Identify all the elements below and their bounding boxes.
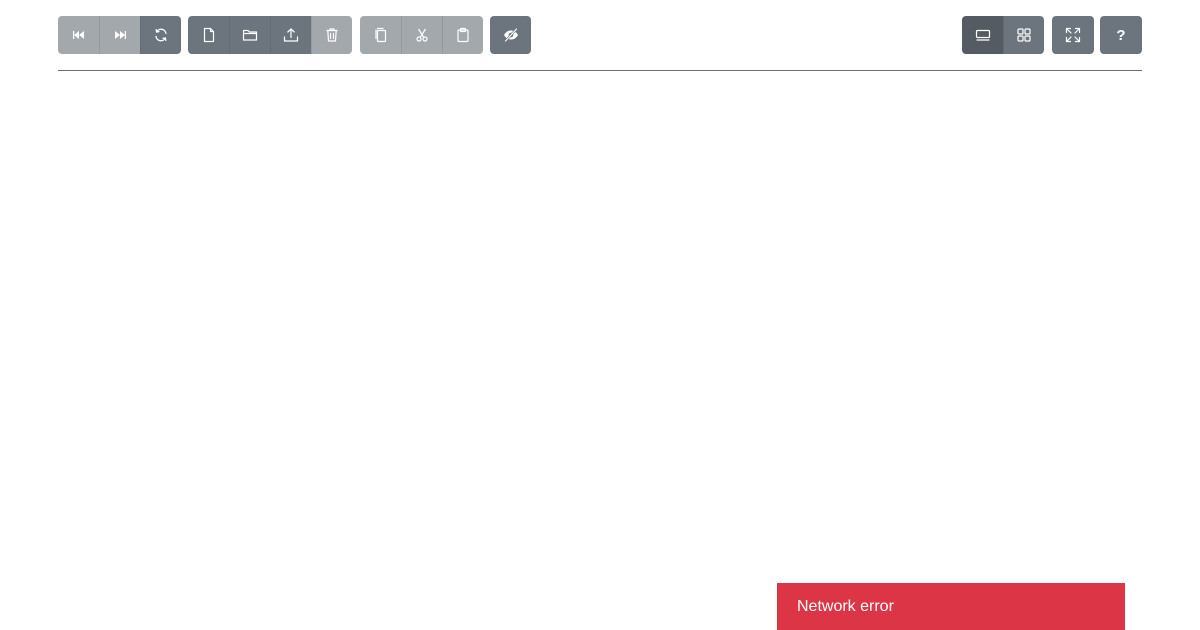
upload-icon [283,27,299,43]
delete-button[interactable] [311,16,352,54]
view-mode-group [962,16,1044,54]
help-group: ? [1100,16,1142,54]
fullscreen-icon [1065,27,1081,43]
visibility-group [490,16,531,54]
eye-off-icon [503,27,519,43]
list-view-button[interactable] [962,16,1003,54]
forward-button[interactable] [99,16,140,54]
help-icon: ? [1116,26,1126,44]
scissors-icon [414,27,430,43]
file-actions-group [188,16,352,54]
skip-forward-icon [112,27,128,43]
error-notification[interactable]: Network error [777,583,1125,630]
help-button[interactable]: ? [1100,16,1142,54]
copy-button[interactable] [360,16,401,54]
refresh-button[interactable] [140,16,181,54]
clipboard-group [360,16,483,54]
file-manager-toolbar: ? [58,16,1142,54]
toggle-hidden-files-button[interactable] [490,16,531,54]
folder-icon [242,27,258,43]
skip-back-icon [71,27,87,43]
fullscreen-button[interactable] [1052,16,1094,54]
grid-view-icon [1016,27,1032,43]
new-folder-button[interactable] [229,16,270,54]
grid-view-button[interactable] [1003,16,1044,54]
copy-icon [373,27,389,43]
new-file-button[interactable] [188,16,229,54]
navigation-group [58,16,181,54]
new-file-icon [201,27,217,43]
error-message: Network error [797,597,894,615]
toolbar-divider [58,70,1142,71]
list-view-icon [975,27,991,43]
fullscreen-group [1052,16,1094,54]
paste-button[interactable] [442,16,483,54]
paste-icon [455,27,471,43]
trash-icon [324,27,340,43]
back-button[interactable] [58,16,99,54]
refresh-icon [153,27,169,43]
upload-button[interactable] [270,16,311,54]
cut-button[interactable] [401,16,442,54]
